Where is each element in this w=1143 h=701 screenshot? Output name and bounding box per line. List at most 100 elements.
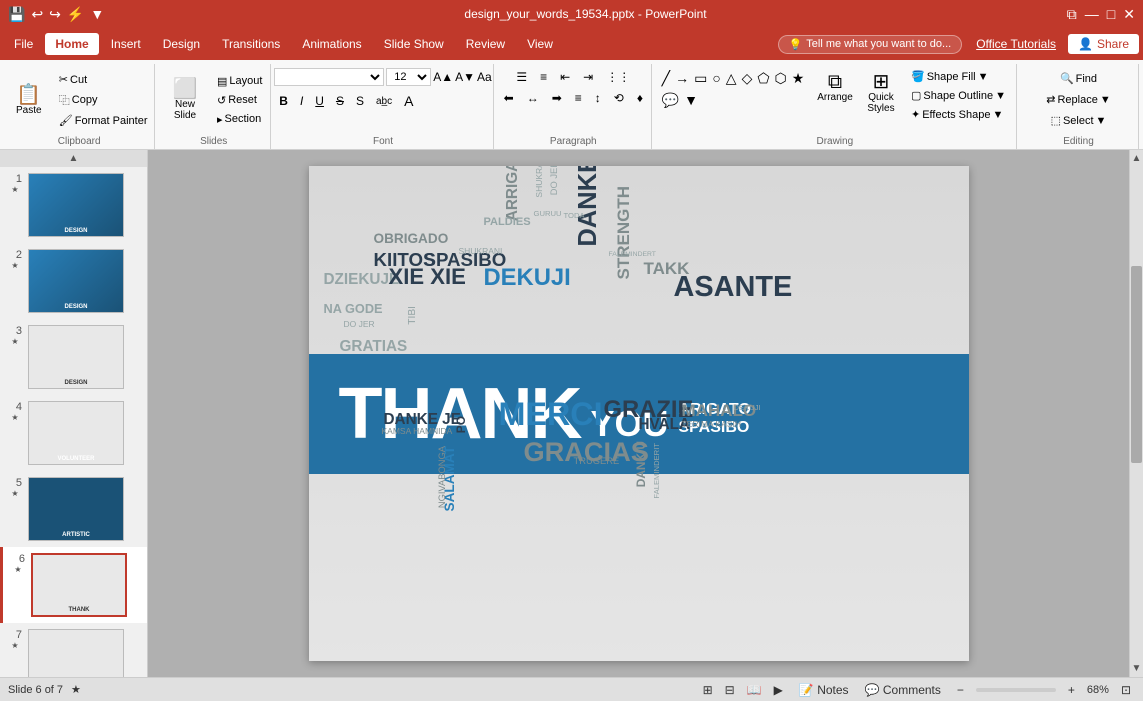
menu-design[interactable]: Design — [153, 33, 210, 55]
shape-fill-button[interactable]: 🪣 Shape Fill ▼ — [907, 68, 1010, 85]
slide-thumbnail-5[interactable]: 5★ARTISTIC — [0, 471, 147, 547]
shape-more[interactable]: ▼ — [682, 90, 700, 111]
fit-slide-button[interactable]: ⊡ — [1117, 682, 1135, 698]
shape-triangle[interactable]: △ — [724, 68, 739, 89]
word-cloud-word-6: TODA — [564, 211, 585, 220]
justify-button[interactable]: ≡ — [570, 89, 587, 107]
slide-image-5: ARTISTIC — [28, 477, 124, 541]
increase-font-size-button[interactable]: A▲ — [433, 70, 453, 84]
line-spacing-button[interactable]: ↕ — [590, 89, 606, 107]
decrease-font-size-button[interactable]: A▼ — [455, 70, 475, 84]
text-direction-button[interactable]: ⟲ — [609, 89, 629, 107]
scroll-down-button[interactable]: ▼ — [1129, 660, 1143, 677]
align-left-button[interactable]: ⬅ — [499, 89, 519, 107]
shape-star[interactable]: ★ — [790, 68, 807, 89]
office-tutorials-link[interactable]: Office Tutorials — [976, 37, 1056, 51]
customize-icon[interactable]: ⚡ — [67, 6, 84, 23]
columns-button[interactable]: ⋮⋮ — [601, 68, 635, 86]
strikethrough-button[interactable]: S — [331, 92, 349, 110]
paste-button[interactable]: 📋 Paste — [7, 81, 51, 120]
slide-sorter-button[interactable]: ⊟ — [721, 682, 739, 698]
zoom-in-button[interactable]: + — [1064, 682, 1079, 698]
shape-line[interactable]: ╱ — [660, 68, 672, 89]
comments-button[interactable]: 💬 Comments — [861, 682, 945, 698]
zoom-slider[interactable] — [976, 688, 1056, 692]
numbering-button[interactable]: ≡ — [535, 68, 552, 86]
font-size-select[interactable]: 12 — [386, 68, 431, 86]
copy-button[interactable]: ⿻ Copy — [55, 90, 152, 110]
layout-button[interactable]: ▤ Layout — [213, 73, 266, 90]
bold-button[interactable]: B — [274, 92, 293, 110]
share-button[interactable]: 👤 Share — [1068, 34, 1139, 54]
convert-smartart-button[interactable]: ♦ — [632, 89, 648, 107]
font-name-select[interactable] — [274, 68, 384, 86]
arrange-button[interactable]: ⧉ Arrange — [815, 68, 855, 107]
italic-button[interactable]: I — [295, 92, 308, 110]
slide-star-1: ★ — [11, 185, 18, 194]
slideshow-button[interactable]: ▶ — [770, 682, 787, 698]
underline-button[interactable]: U — [310, 92, 329, 110]
menu-review[interactable]: Review — [456, 33, 515, 55]
shape-circle[interactable]: ○ — [710, 68, 722, 89]
shape-outline-button[interactable]: ▢ Shape Outline ▼ — [907, 87, 1010, 104]
shape-rect[interactable]: ▭ — [692, 68, 709, 89]
align-right-button[interactable]: ➡ — [547, 89, 567, 107]
scroll-track[interactable] — [1130, 167, 1143, 660]
menu-slideshow[interactable]: Slide Show — [374, 33, 454, 55]
slide-thumbnail-1[interactable]: 1★DESIGN — [0, 167, 147, 243]
shape-effects-button[interactable]: ✦ Effects Shape ▼ — [907, 106, 1010, 123]
menu-insert[interactable]: Insert — [101, 33, 151, 55]
scroll-thumb[interactable] — [1131, 266, 1142, 463]
font-color-button[interactable]: A — [399, 91, 418, 111]
menu-view[interactable]: View — [517, 33, 563, 55]
increase-indent-button[interactable]: ⇥ — [578, 68, 598, 86]
align-center-button[interactable]: ↔ — [522, 89, 544, 107]
slide-star-5: ★ — [11, 489, 18, 498]
shape-pentagon[interactable]: ⬠ — [755, 68, 771, 89]
zoom-out-button[interactable]: − — [953, 682, 968, 698]
scroll-up-button[interactable]: ▲ — [1129, 150, 1143, 167]
menu-home[interactable]: Home — [45, 33, 98, 55]
bullets-button[interactable]: ☰ — [511, 68, 532, 86]
format-painter-button[interactable]: 🖌 Format Painter — [55, 112, 152, 129]
shape-diamond[interactable]: ◇ — [740, 68, 755, 89]
quick-styles-button[interactable]: ⊞ QuickStyles — [861, 68, 901, 118]
new-slide-button[interactable]: ⬜ NewSlide — [161, 75, 209, 125]
slide-canvas[interactable]: THANK YOU ARIGATO SPASIBO DANKEARRIGATOD… — [309, 166, 969, 661]
minimize-icon[interactable]: — — [1085, 6, 1099, 22]
cut-button[interactable]: ✂ Cut — [55, 71, 152, 88]
shape-callout[interactable]: 💬 — [660, 90, 681, 111]
section-button[interactable]: ▸ Section — [213, 111, 266, 128]
small-caps-button[interactable]: S — [351, 92, 369, 110]
maximize-icon[interactable]: □ — [1107, 6, 1115, 22]
normal-view-button[interactable]: ⊞ — [699, 682, 717, 698]
shadow-button[interactable]: ab̲c — [371, 94, 397, 109]
slide-thumbnail-6[interactable]: 6★THANK — [0, 547, 147, 623]
menu-animations[interactable]: Animations — [292, 33, 371, 55]
menu-transitions[interactable]: Transitions — [212, 33, 290, 55]
slide-image-1: DESIGN — [28, 173, 124, 237]
clear-format-button[interactable]: Aa — [477, 70, 492, 84]
slide-thumbnail-3[interactable]: 3★DESIGN — [0, 319, 147, 395]
slide-panel-scroll-up[interactable]: ▲ — [0, 150, 147, 167]
reset-button[interactable]: ↺ Reset — [213, 92, 266, 109]
save-icon[interactable]: 💾 — [8, 6, 25, 23]
undo-icon[interactable]: ↩ — [31, 6, 43, 23]
slide-thumbnail-7[interactable]: 7★ — [0, 623, 147, 677]
more-icon[interactable]: ▼ — [90, 6, 104, 22]
find-button[interactable]: 🔍 Find — [1056, 70, 1101, 87]
slide-thumbnail-4[interactable]: 4★VOLUNTEER — [0, 395, 147, 471]
reading-view-button[interactable]: 📖 — [743, 682, 766, 698]
shape-arrow[interactable]: → — [673, 68, 691, 89]
redo-icon[interactable]: ↪ — [49, 6, 61, 23]
decrease-indent-button[interactable]: ⇤ — [555, 68, 575, 86]
restore-icon[interactable]: ⧉ — [1067, 6, 1077, 23]
tell-me-input[interactable]: 💡 Tell me what you want to do... — [778, 35, 963, 54]
select-button[interactable]: ⬚ Select ▼ — [1047, 112, 1111, 129]
shape-hexagon[interactable]: ⬡ — [773, 68, 789, 89]
close-icon[interactable]: ✕ — [1123, 6, 1135, 23]
menu-file[interactable]: File — [4, 33, 43, 55]
replace-button[interactable]: ⇄ Replace ▼ — [1042, 91, 1114, 108]
slide-thumbnail-2[interactable]: 2★DESIGN — [0, 243, 147, 319]
notes-button[interactable]: 📝 Notes — [795, 682, 853, 698]
